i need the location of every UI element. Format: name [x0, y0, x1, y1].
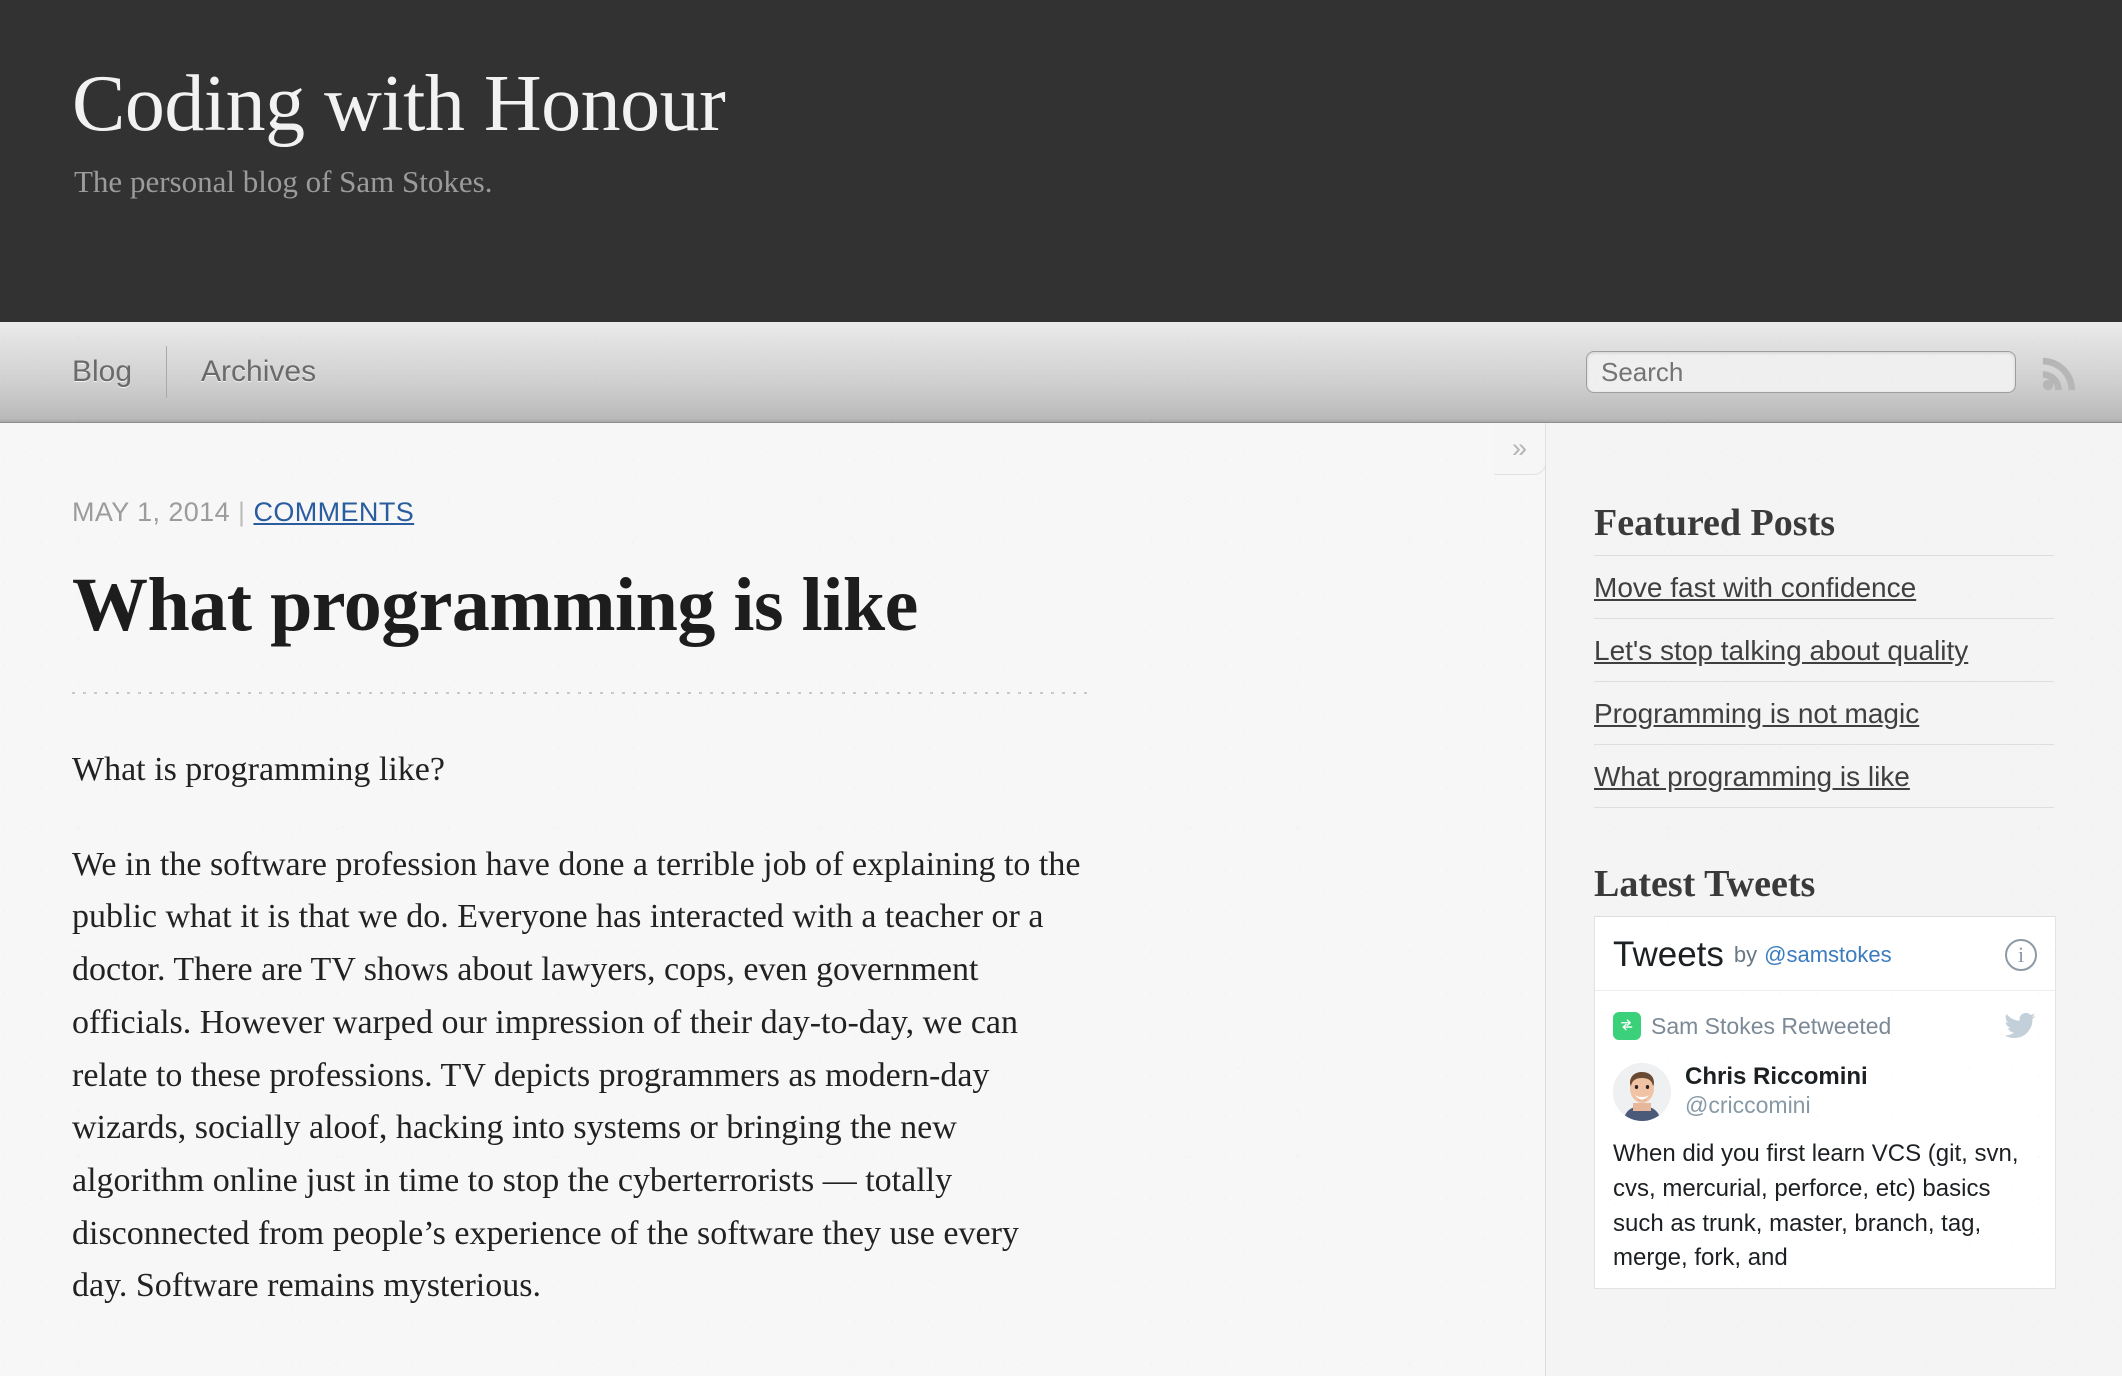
site-title[interactable]: Coding with Honour: [72, 62, 2122, 146]
meta-separator: |: [238, 497, 246, 527]
tweet-author-name[interactable]: Chris Riccomini: [1685, 1063, 1868, 1091]
nav-divider: [166, 346, 168, 398]
avatar[interactable]: [1613, 1063, 1671, 1121]
featured-posts-list: Move fast with confidence Let's stop tal…: [1594, 555, 2054, 808]
sidebar-toggle-button[interactable]: »: [1494, 423, 1546, 475]
retweet-context-text: Sam Stokes Retweeted: [1651, 1012, 1892, 1039]
rss-icon[interactable]: [2038, 349, 2084, 395]
twitter-widget-title: Tweets: [1613, 935, 1724, 974]
post-title: What programming is like: [72, 563, 918, 647]
twitter-widget-header: Tweets by @samstokes i: [1595, 917, 2055, 991]
sidebar: » Featured Posts Move fast with confiden…: [1494, 423, 2122, 1376]
title-divider: [72, 692, 1094, 695]
latest-tweets-heading: Latest Tweets: [1594, 863, 1816, 905]
nav-link-archives[interactable]: Archives: [201, 357, 350, 387]
search-input[interactable]: [1586, 351, 2016, 393]
nav-link-blog[interactable]: Blog: [72, 357, 166, 387]
post-paragraph: What is programming like?: [72, 751, 445, 789]
list-item: Move fast with confidence: [1594, 555, 2054, 618]
main-content: MAY 1, 2014 | COMMENTS What programming is…: [0, 423, 1545, 1376]
post-meta: MAY 1, 2014 | COMMENTS: [72, 497, 1545, 528]
featured-post-link[interactable]: What programming is like: [1594, 761, 1910, 792]
featured-post-link[interactable]: Programming is not magic: [1594, 698, 1919, 729]
nav-link-group: Blog Archives: [72, 346, 350, 398]
retweet-icon: [1613, 1012, 1641, 1040]
twitter-timeline-widget: Tweets by @samstokes i Sam Stokes Retwee…: [1594, 916, 2056, 1290]
post-date: MAY 1, 2014: [72, 497, 231, 527]
tweet-author-handle[interactable]: @criccomini: [1685, 1091, 1868, 1120]
tweet-author-block: Chris Riccomini @criccomini: [1685, 1063, 1868, 1120]
info-icon[interactable]: i: [2005, 938, 2037, 971]
featured-post-link[interactable]: Move fast with confidence: [1594, 572, 1916, 603]
twitter-widget-by-label: by: [1733, 941, 1758, 967]
site-masthead: Coding with Honour The personal blog of …: [0, 0, 2122, 322]
list-item: What programming is like: [1594, 744, 2054, 808]
tweet-author-row: Chris Riccomini @criccomini: [1613, 1063, 2037, 1121]
main-navigation: Blog Archives: [0, 322, 2122, 423]
featured-post-link[interactable]: Let's stop talking about quality: [1594, 635, 1968, 666]
site-subtitle: The personal blog of Sam Stokes.: [74, 164, 493, 199]
body-area: MAY 1, 2014 | COMMENTS What programming is…: [0, 423, 2122, 1376]
tweet-body-text: When did you first learn VCS (git, svn, …: [1613, 1140, 2019, 1272]
twitter-widget-handle-link[interactable]: @samstokes: [1764, 942, 1891, 968]
post-paragraph: We in the software profession have done …: [72, 845, 1081, 1305]
featured-posts-heading: Featured Posts: [1594, 502, 1835, 544]
retweet-context-row: Sam Stokes Retweeted: [1613, 1009, 2037, 1043]
comments-link[interactable]: COMMENTS: [253, 497, 414, 527]
tweet-item: Sam Stokes Retweeted Chris Riccomini @cr…: [1595, 991, 2055, 1288]
list-item: Programming is not magic: [1594, 681, 2054, 744]
twitter-bird-icon: [2004, 1012, 2036, 1039]
page-root: Coding with Honour The personal blog of …: [0, 0, 2122, 1376]
nav-right-group: [1586, 349, 2084, 395]
list-item: Let's stop talking about quality: [1594, 618, 2054, 681]
